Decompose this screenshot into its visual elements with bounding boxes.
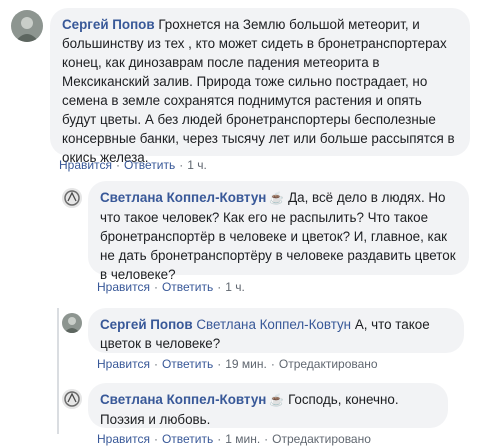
- user-photo-icon: [11, 10, 43, 42]
- avatar-sergey[interactable]: [62, 313, 82, 333]
- edited-label[interactable]: Отредактировано: [279, 357, 378, 371]
- avatar-sergey[interactable]: [11, 10, 43, 42]
- reply-bubble: Сергей Попов Светлана Коппел-Ковтун А, ч…: [88, 308, 464, 353]
- comment-author[interactable]: Светлана Коппел-Ковтун: [100, 190, 266, 205]
- like-button[interactable]: Нравится: [97, 432, 150, 446]
- reply-bubble: Светлана Коппел-Ковтун ☕ Господь, конечно…: [88, 383, 448, 428]
- reply-button[interactable]: Ответить: [162, 357, 213, 371]
- user-photo-icon: [62, 313, 82, 333]
- comment-bubble: Сергей Попов Грохнется на Землю большой …: [50, 8, 470, 165]
- like-button[interactable]: Нравится: [97, 280, 150, 294]
- separator: ·: [179, 158, 184, 172]
- comment-author[interactable]: Сергей Попов: [62, 17, 155, 32]
- like-button[interactable]: Нравится: [97, 357, 150, 371]
- separator: ·: [217, 357, 222, 371]
- reply-button[interactable]: Ответить: [162, 280, 213, 294]
- comment-author[interactable]: Светлана Коппел-Ковтун: [100, 392, 266, 407]
- comment-actions: Нравится · Ответить · 1 ч.: [97, 279, 245, 295]
- comment-author[interactable]: Сергей Попов: [100, 317, 193, 332]
- reply-bubble: Светлана Коппел-Ковтун ☕ Да, всё дело в л…: [88, 181, 469, 282]
- comment-text: Грохнется на Землю большой метеорит, и б…: [62, 17, 455, 165]
- user-photo-icon: [62, 188, 82, 208]
- thread-line: [57, 308, 59, 434]
- coffee-cup-icon: ☕: [269, 393, 285, 407]
- separator: ·: [217, 280, 222, 294]
- avatar-svetlana[interactable]: [62, 188, 82, 208]
- comment-actions: Нравится · Ответить · 19 мин. · Отредактирован…: [97, 356, 378, 372]
- comment-time[interactable]: 19 мин.: [225, 357, 267, 371]
- comment-time[interactable]: 1 ч.: [225, 280, 245, 294]
- separator: ·: [270, 357, 275, 371]
- reply-button[interactable]: Ответить: [124, 158, 175, 172]
- separator: ·: [115, 158, 120, 172]
- user-photo-icon: [62, 389, 82, 409]
- separator: ·: [264, 432, 269, 446]
- comment-time[interactable]: 1 ч.: [187, 158, 207, 172]
- separator: ·: [217, 432, 222, 446]
- mention-link[interactable]: Светлана Коппел-Ковтун: [196, 317, 351, 332]
- edited-label[interactable]: Отредактировано: [272, 432, 371, 446]
- separator: ·: [153, 432, 158, 446]
- comment-actions: Нравится · Ответить · 1 ч.: [59, 157, 207, 173]
- reply-button[interactable]: Ответить: [162, 432, 213, 446]
- separator: ·: [153, 357, 158, 371]
- like-button[interactable]: Нравится: [59, 158, 112, 172]
- separator: ·: [153, 280, 158, 294]
- coffee-cup-icon: ☕: [269, 191, 285, 205]
- comment-time[interactable]: 1 мин.: [225, 432, 260, 446]
- avatar-svetlana[interactable]: [62, 389, 82, 409]
- comment-actions: Нравится · Ответить · 1 мин. · Отредактировано: [97, 431, 371, 447]
